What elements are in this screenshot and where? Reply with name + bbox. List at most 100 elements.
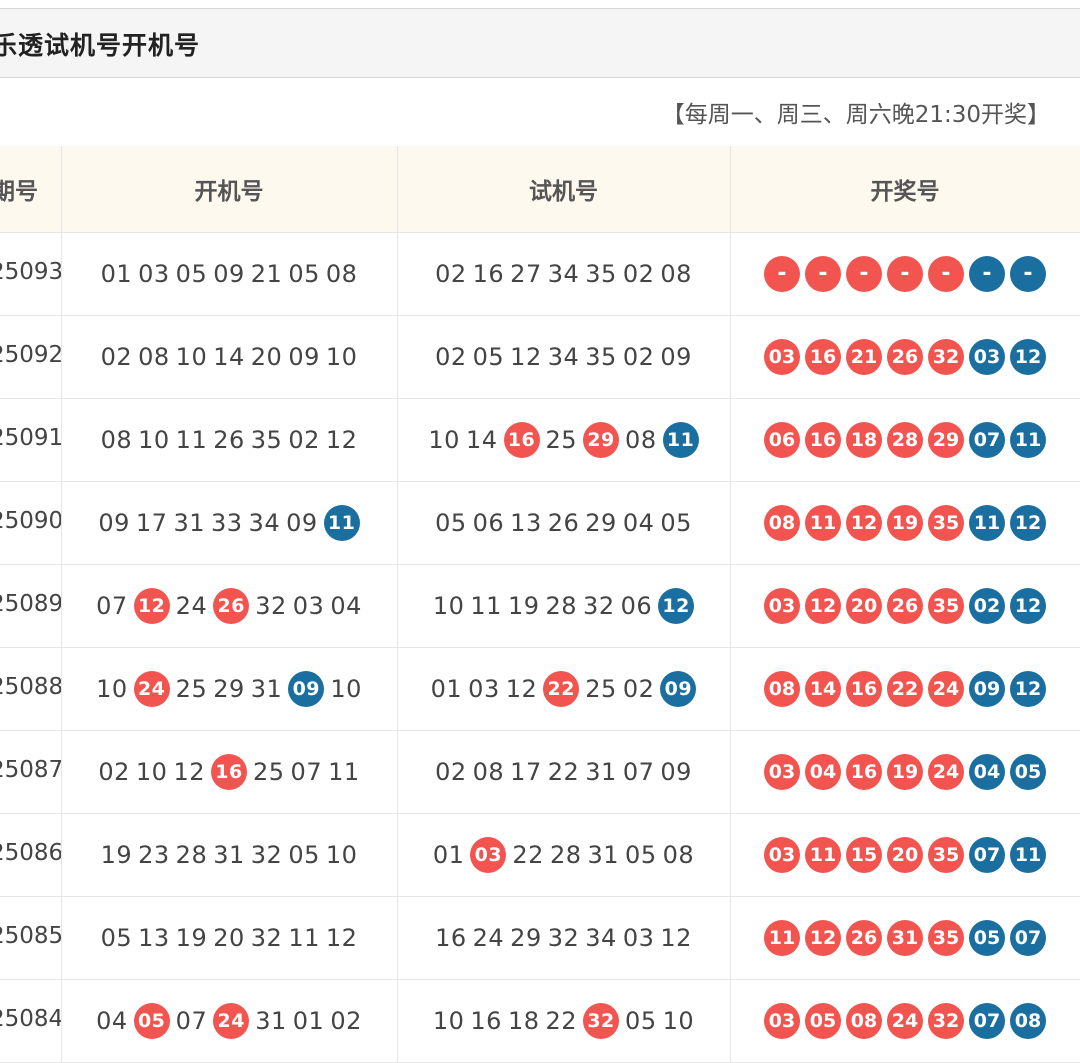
kaiji-number: 32 — [255, 591, 287, 620]
shiji-cell: 02 08 17 22 31 07 09 — [397, 730, 731, 814]
table-row: 250930103050921050802162734350208------- — [0, 232, 1080, 316]
shiji-number: 25 — [585, 674, 617, 703]
draw-cell: 03 04 16 19 24 04 05 — [730, 730, 1080, 814]
back-zone-ball: 07 — [1010, 919, 1046, 956]
shiji-number: 01 — [430, 674, 463, 703]
back-zone-ball: 07 — [969, 1002, 1005, 1039]
shiji-number: 34 — [547, 259, 580, 288]
kaiji-cell: 10 24 25 29 31 09 10 — [61, 647, 398, 731]
kaiji-number: 05 — [175, 259, 208, 288]
kaiji-number: 03 — [138, 259, 170, 288]
issue-cell: 25092 — [0, 315, 62, 399]
shiji-number: 10 — [432, 1006, 465, 1035]
draw-cell: 03 05 08 24 32 07 08 — [730, 979, 1080, 1063]
draw-cell: 03 16 21 26 32 03 12 — [730, 315, 1080, 399]
back-zone-ball: 08 — [1010, 1002, 1046, 1039]
back-zone-ball: 05 — [969, 919, 1005, 956]
kaiji-highlight-ball: 11 — [323, 504, 360, 541]
shiji-number: 12 — [505, 674, 538, 703]
issue-cell: 25084 — [0, 979, 62, 1063]
front-zone-ball: 24 — [928, 753, 964, 790]
front-zone-ball: 03 — [764, 1002, 800, 1039]
kaiji-number: 35 — [250, 425, 283, 454]
front-zone-ball: 18 — [846, 421, 882, 458]
draw-cell: 08 14 16 22 24 09 12 — [730, 647, 1080, 731]
shiji-number: 11 — [470, 591, 502, 620]
front-zone-ball: - — [805, 255, 841, 292]
kaiji-number: 12 — [325, 425, 358, 454]
shiji-number: 28 — [545, 591, 578, 620]
shiji-highlight-ball: 22 — [543, 670, 580, 707]
shiji-number: 34 — [585, 923, 617, 952]
shiji-number: 01 — [432, 840, 465, 869]
shiji-number: 27 — [510, 259, 542, 288]
shiji-number: 02 — [622, 342, 655, 371]
kaiji-highlight-ball: 05 — [133, 1002, 170, 1039]
back-zone-ball: 03 — [969, 338, 1005, 375]
front-zone-ball: 20 — [887, 836, 923, 873]
kaiji-number: 09 — [98, 508, 130, 537]
shiji-number: 16 — [472, 259, 505, 288]
kaiji-number: 12 — [173, 757, 205, 786]
issue-number: 25088 — [0, 673, 61, 700]
front-zone-ball: 32 — [928, 338, 964, 375]
kaiji-number: 25 — [175, 674, 208, 703]
kaiji-number: 01 — [100, 259, 133, 288]
kaiji-number: 07 — [175, 1006, 208, 1035]
shiji-highlight-ball: 03 — [470, 836, 507, 873]
back-zone-ball: 07 — [969, 836, 1005, 873]
kaiji-cell: 02 08 10 14 20 09 10 — [61, 315, 398, 399]
draw-cell: 11 12 26 31 35 05 07 — [730, 896, 1080, 980]
kaiji-number: 10 — [96, 674, 128, 703]
kaiji-number: 13 — [138, 923, 170, 952]
shiji-number: 10 — [432, 591, 465, 620]
front-zone-ball: 22 — [887, 670, 923, 707]
results-table-container: 期号 开机号 试机号 开奖号 2509301030509210508021627… — [0, 146, 1080, 1063]
front-zone-ball: 16 — [846, 670, 882, 707]
kaiji-number: 08 — [325, 259, 358, 288]
front-zone-ball: 29 — [928, 421, 964, 458]
kaiji-cell: 19 23 28 31 32 05 10 — [61, 813, 398, 897]
shiji-number: 14 — [465, 425, 498, 454]
shiji-number: 16 — [435, 923, 467, 952]
shiji-number: 03 — [622, 923, 655, 952]
front-zone-ball: 05 — [805, 1002, 841, 1039]
kaiji-highlight-ball: 12 — [133, 587, 170, 624]
draw-schedule: 【每周一、周三、周六晚21:30开奖】 — [661, 102, 1050, 128]
front-zone-ball: 04 — [805, 753, 841, 790]
table-row: 2509009173133340911050613262904050811121… — [0, 481, 1080, 565]
shiji-cell: 02 05 12 34 35 02 09 — [397, 315, 731, 399]
kaiji-number: 32 — [250, 840, 283, 869]
shiji-number: 31 — [585, 757, 617, 786]
shiji-number: 29 — [585, 508, 617, 537]
back-zone-ball: 12 — [1010, 504, 1046, 541]
kaiji-number: 02 — [98, 757, 130, 786]
issue-cell: 25086 — [0, 813, 62, 897]
front-zone-ball: 12 — [805, 587, 841, 624]
shiji-number: 12 — [660, 923, 692, 952]
kaiji-highlight-ball: 09 — [288, 670, 325, 707]
front-zone-ball: 16 — [846, 753, 882, 790]
kaiji-number: 07 — [96, 591, 128, 620]
front-zone-ball: - — [764, 255, 800, 292]
issue-cell: 25087 — [0, 730, 62, 814]
shiji-number: 02 — [435, 342, 467, 371]
shiji-number: 03 — [468, 674, 500, 703]
front-zone-ball: 35 — [928, 919, 964, 956]
front-zone-ball: 03 — [764, 836, 800, 873]
shiji-cell: 01 03 12 22 25 02 09 — [397, 647, 731, 731]
kaiji-number: 09 — [288, 342, 320, 371]
kaiji-number: 02 — [330, 1006, 362, 1035]
kaiji-number: 19 — [175, 923, 208, 952]
shiji-number: 05 — [625, 840, 657, 869]
table-row: 2508907122426320304101119283206120312202… — [0, 564, 1080, 648]
table-header-row: 期号 开机号 试机号 开奖号 — [0, 146, 1080, 233]
issue-number: 25084 — [0, 1005, 61, 1032]
front-zone-ball: 26 — [846, 919, 882, 956]
shiji-number: 29 — [510, 923, 542, 952]
front-zone-ball: 11 — [805, 836, 841, 873]
kaiji-number: 09 — [286, 508, 318, 537]
kaiji-number: 31 — [250, 674, 283, 703]
shiji-number: 25 — [545, 425, 578, 454]
table-row: 2508810242529310910010312222502090814162… — [0, 647, 1080, 731]
